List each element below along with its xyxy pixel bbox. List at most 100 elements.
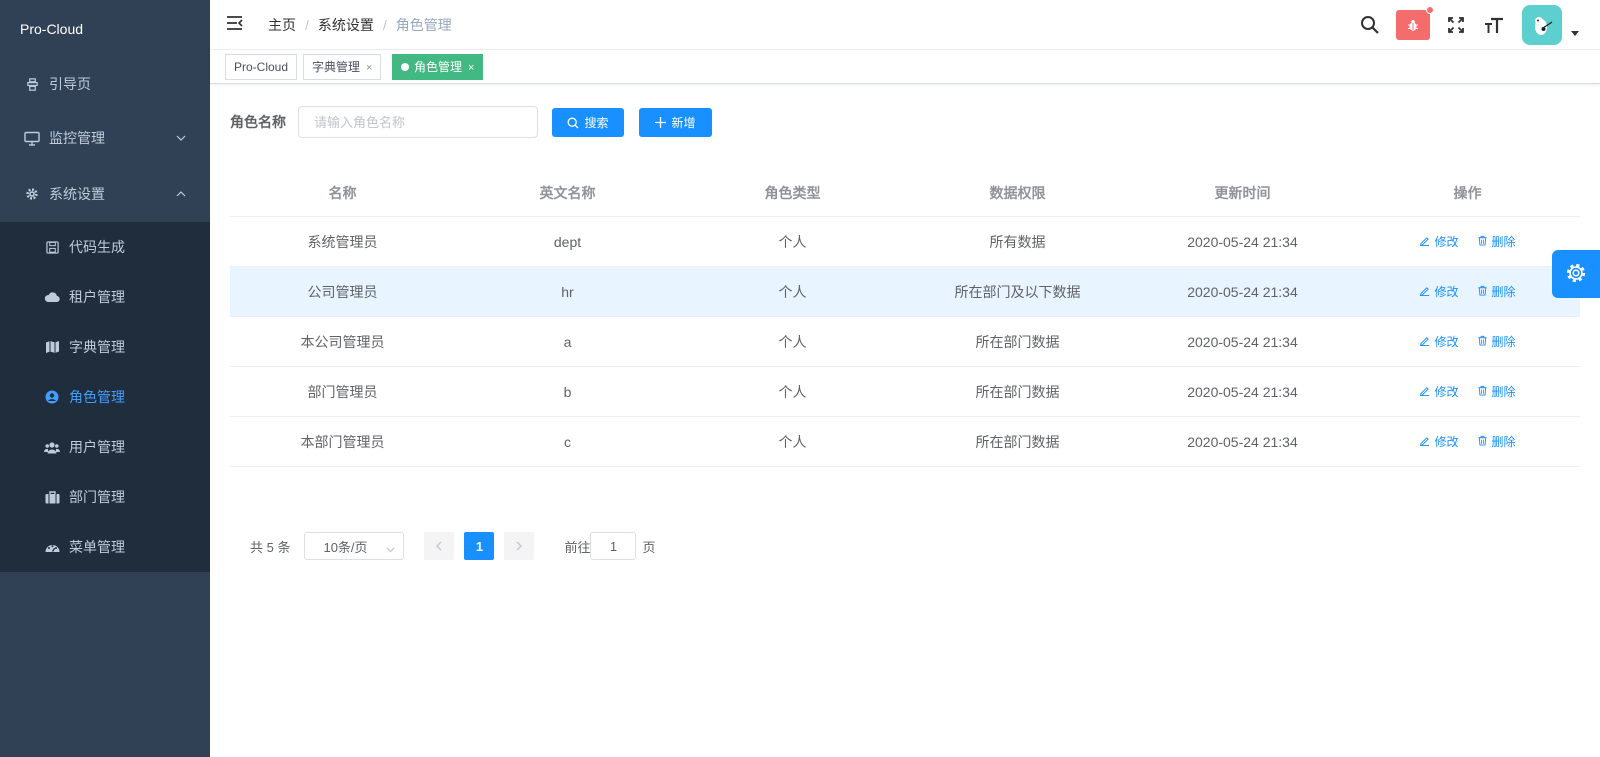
table-cell: a xyxy=(563,333,572,350)
avatar xyxy=(1522,5,1562,45)
table-cell: c xyxy=(564,433,571,450)
table-cell: 公司管理员 xyxy=(307,283,378,300)
table-cell: 所在部门及以下数据 xyxy=(954,283,1081,300)
sidebar-item-label: 角色管理 xyxy=(69,389,125,405)
edit-label: 修改 xyxy=(1434,285,1459,299)
tag-label: 角色管理 xyxy=(414,60,463,74)
close-icon[interactable]: × xyxy=(468,62,474,74)
role-name-label: 角色名称 xyxy=(230,114,286,130)
column-header: 英文名称 xyxy=(539,185,596,201)
role-table: 名称 英文名称 角色类型 数据权限 更新时间 操作 系统管理员 dept 个人 所有数… xyxy=(230,170,1580,467)
sidebar-item-guide[interactable]: 引导页 xyxy=(0,58,210,110)
guide-icon xyxy=(24,76,40,92)
search-icon[interactable] xyxy=(1355,0,1385,50)
prev-page-button[interactable] xyxy=(424,532,455,560)
edit-icon xyxy=(1419,285,1434,299)
sidebar-item-department[interactable]: 部门管理 xyxy=(0,472,210,522)
table-cell-actions: 修改 删除 xyxy=(1355,283,1580,300)
sidebar-item-label: 引导页 xyxy=(49,76,91,92)
search-icon xyxy=(567,117,579,129)
edit-label: 修改 xyxy=(1434,435,1459,449)
table-cell: 2020-05-24 21:34 xyxy=(1187,433,1298,450)
edit-icon xyxy=(1419,385,1434,399)
table-row: 本公司管理员 a 个人 所在部门数据 2020-05-24 21:34 修改 删除 xyxy=(230,317,1580,367)
tag-role[interactable]: 角色管理 × xyxy=(392,54,484,80)
breadcrumb: 主页 / 系统设置 / 角色管理 xyxy=(268,0,452,50)
table-cell: 个人 xyxy=(778,333,807,350)
sidebar-item-users[interactable]: 用户管理 xyxy=(0,422,210,472)
map-icon xyxy=(44,339,60,355)
sidebar-item-code-gen[interactable]: 代码生成 xyxy=(0,222,210,272)
app-logo[interactable]: Pro-Cloud xyxy=(0,0,210,58)
edit-button[interactable]: 修改 xyxy=(1419,433,1459,450)
sidebar-item-label: 代码生成 xyxy=(69,239,125,255)
table-cell: 本公司管理员 xyxy=(300,333,385,350)
hamburger-icon[interactable] xyxy=(226,15,246,35)
sidebar-item-label: 租户管理 xyxy=(69,289,125,305)
table-cell: 所在部门数据 xyxy=(975,433,1060,450)
fullscreen-icon[interactable] xyxy=(1444,0,1468,50)
delete-label: 删除 xyxy=(1491,435,1516,449)
breadcrumb-home[interactable]: 主页 xyxy=(268,17,296,33)
chevron-down-icon xyxy=(386,541,395,556)
tag-label: 字典管理 xyxy=(312,60,361,74)
table-cell: 2020-05-24 21:34 xyxy=(1187,383,1298,400)
table-row: 公司管理员 hr 个人 所在部门及以下数据 2020-05-24 21:34 修改 删除 xyxy=(230,267,1580,317)
delete-label: 删除 xyxy=(1491,335,1516,349)
search-button[interactable]: 搜索 xyxy=(552,108,624,137)
sidebar-item-monitor[interactable]: 监控管理 xyxy=(0,110,210,166)
sidebar-item-dictionary[interactable]: 字典管理 xyxy=(0,322,210,372)
sidebar-item-system-settings[interactable]: 系统设置 xyxy=(0,166,210,222)
sidebar-item-tenant[interactable]: 租户管理 xyxy=(0,272,210,322)
delete-button[interactable]: 删除 xyxy=(1477,333,1516,350)
column-header: 名称 xyxy=(328,185,357,201)
error-log-button[interactable] xyxy=(1396,0,1434,50)
delete-button[interactable]: 删除 xyxy=(1477,383,1516,400)
table-cell: hr xyxy=(561,283,574,300)
font-size-icon[interactable] xyxy=(1482,0,1506,50)
delete-button[interactable]: 删除 xyxy=(1477,433,1516,450)
breadcrumb-system-settings[interactable]: 系统设置 xyxy=(318,17,374,33)
chevron-up-icon xyxy=(174,187,188,201)
table-cell-actions: 修改 删除 xyxy=(1355,233,1580,250)
add-button[interactable]: 新增 xyxy=(639,108,712,137)
goto-suffix: 页 xyxy=(642,539,656,555)
page-size-value: 10条/页 xyxy=(323,539,368,555)
goto-page-input[interactable] xyxy=(590,532,637,560)
add-button-label: 新增 xyxy=(671,116,696,130)
trash-icon xyxy=(1477,385,1492,399)
tag-pro-cloud[interactable]: Pro-Cloud xyxy=(225,54,298,80)
delete-button[interactable]: 删除 xyxy=(1477,233,1516,250)
chevron-down-icon xyxy=(174,131,188,145)
delete-button[interactable]: 删除 xyxy=(1477,283,1516,300)
cloud-icon xyxy=(44,289,60,305)
edit-button[interactable]: 修改 xyxy=(1419,233,1459,250)
tag-dictionary[interactable]: 字典管理 × xyxy=(303,54,382,80)
edit-button[interactable]: 修改 xyxy=(1419,283,1459,300)
edit-icon xyxy=(1419,435,1434,449)
trash-icon xyxy=(1477,435,1492,449)
sidebar-item-label: 系统设置 xyxy=(49,186,105,202)
settings-button[interactable] xyxy=(1552,250,1600,298)
page-number-current[interactable]: 1 xyxy=(464,532,495,560)
user-avatar[interactable] xyxy=(1522,0,1562,50)
save-icon xyxy=(44,239,60,255)
gear-icon xyxy=(24,186,40,202)
sidebar-item-menu[interactable]: 菜单管理 xyxy=(0,522,210,572)
table-cell: dept xyxy=(553,233,582,250)
gear-icon xyxy=(1564,261,1588,288)
table-cell: b xyxy=(563,383,572,400)
table-cell: 2020-05-24 21:34 xyxy=(1187,333,1298,350)
edit-button[interactable]: 修改 xyxy=(1419,333,1459,350)
role-name-input[interactable] xyxy=(298,106,538,138)
trash-icon xyxy=(1477,235,1492,249)
next-page-button[interactable] xyxy=(504,532,535,560)
sidebar-item-label: 部门管理 xyxy=(69,489,125,505)
table-cell-actions: 修改 删除 xyxy=(1355,333,1580,350)
edit-button[interactable]: 修改 xyxy=(1419,383,1459,400)
close-icon[interactable]: × xyxy=(366,62,372,74)
table-cell: 所有数据 xyxy=(989,233,1046,250)
sidebar-item-role[interactable]: 角色管理 xyxy=(0,372,210,422)
page-size-select[interactable]: 10条/页 xyxy=(304,532,405,560)
column-header: 操作 xyxy=(1453,185,1482,201)
